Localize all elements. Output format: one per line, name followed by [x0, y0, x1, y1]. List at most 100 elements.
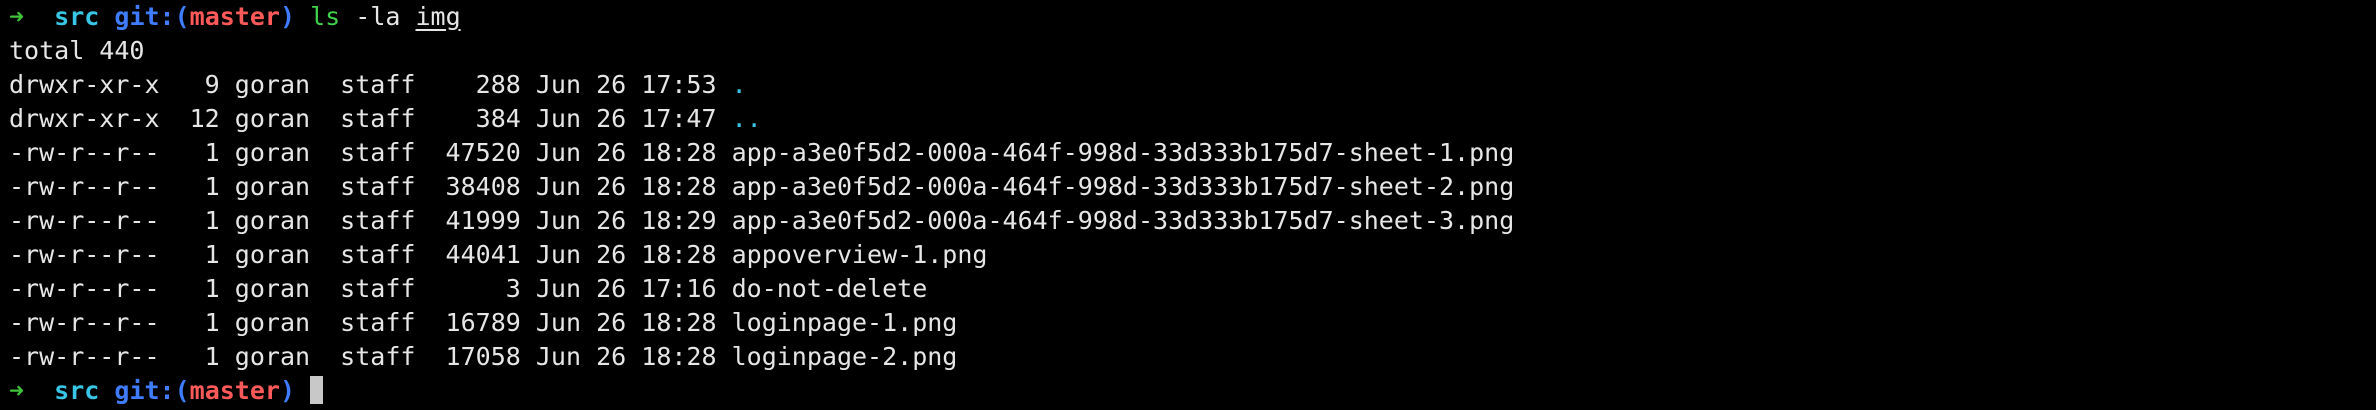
total-line: total 440 — [9, 36, 145, 65]
entry-owner: goran — [234, 240, 311, 269]
prompt-git-branch: master — [189, 2, 280, 31]
prompt-git-close: ) — [279, 2, 296, 31]
entry-day: 26 — [596, 342, 627, 371]
entry-size: 17058 — [430, 342, 521, 371]
entry-links: 1 — [174, 342, 220, 371]
entry-permissions: -rw-r--r-- — [9, 240, 160, 269]
entry-group: staff — [340, 342, 416, 371]
listing-row: -rw-r--r-- 1 goran staff 17058 Jun 26 18… — [9, 340, 2376, 374]
entry-month: Jun — [535, 138, 582, 167]
entry-group: staff — [340, 138, 416, 167]
entry-name: loginpage-2.png — [731, 342, 958, 371]
listing-row: -rw-r--r-- 1 goran staff 3 Jun 26 17:16 … — [9, 272, 2376, 306]
prompt-git-close: ) — [279, 376, 296, 405]
entry-size: 41999 — [430, 206, 521, 235]
entry-owner: goran — [234, 70, 311, 99]
entry-links: 1 — [174, 138, 220, 167]
entry-month: Jun — [535, 70, 582, 99]
entry-links: 1 — [174, 172, 220, 201]
entry-time: 17:16 — [641, 274, 717, 303]
prompt-directory: src — [54, 2, 100, 31]
entry-day: 26 — [596, 206, 627, 235]
entry-day: 26 — [596, 138, 627, 167]
entry-group: staff — [340, 172, 416, 201]
entry-owner: goran — [234, 104, 311, 133]
prompt-arrow-icon: ➜ — [9, 376, 25, 405]
entry-month: Jun — [535, 104, 582, 133]
entry-time: 18:28 — [641, 172, 717, 201]
entry-month: Jun — [535, 240, 582, 269]
entry-size: 38408 — [430, 172, 521, 201]
prompt-git-label: git:( — [114, 2, 190, 31]
entry-day: 26 — [596, 274, 627, 303]
entry-size: 384 — [430, 104, 521, 133]
entry-month: Jun — [535, 308, 582, 337]
entry-time: 18:28 — [641, 308, 717, 337]
entry-group: staff — [340, 206, 416, 235]
entry-name: app-a3e0f5d2-000a-464f-998d-33d333b175d7… — [731, 172, 1515, 201]
entry-size: 3 — [430, 274, 521, 303]
listing-row: drwxr-xr-x 9 goran staff 288 Jun 26 17:5… — [9, 68, 2376, 102]
command-name: ls — [310, 2, 341, 31]
listing-row: -rw-r--r-- 1 goran staff 44041 Jun 26 18… — [9, 238, 2376, 272]
entry-name: app-a3e0f5d2-000a-464f-998d-33d333b175d7… — [731, 206, 1515, 235]
entry-permissions: -rw-r--r-- — [9, 138, 160, 167]
entry-size: 47520 — [430, 138, 521, 167]
entry-name: appoverview-1.png — [731, 240, 988, 269]
entry-owner: goran — [234, 308, 311, 337]
entry-name: . — [731, 70, 747, 99]
entry-time: 18:29 — [641, 206, 717, 235]
entry-time: 17:53 — [641, 70, 717, 99]
entry-day: 26 — [596, 172, 627, 201]
entry-month: Jun — [535, 342, 582, 371]
prompt-directory: src — [54, 376, 100, 405]
entry-name: do-not-delete — [731, 274, 928, 303]
entry-links: 1 — [174, 206, 220, 235]
entry-permissions: drwxr-xr-x — [9, 70, 160, 99]
entry-size: 16789 — [430, 308, 521, 337]
entry-owner: goran — [234, 342, 311, 371]
entry-size: 288 — [430, 70, 521, 99]
entry-name: loginpage-1.png — [731, 308, 958, 337]
listing-row: -rw-r--r-- 1 goran staff 41999 Jun 26 18… — [9, 204, 2376, 238]
entry-permissions: -rw-r--r-- — [9, 206, 160, 235]
entry-links: 1 — [174, 308, 220, 337]
entry-owner: goran — [234, 206, 311, 235]
terminal-window[interactable]: ➜ src git:(master) ls -la img total 440 … — [0, 0, 2376, 410]
entry-owner: goran — [234, 274, 311, 303]
entry-month: Jun — [535, 206, 582, 235]
entry-permissions: -rw-r--r-- — [9, 308, 160, 337]
entry-group: staff — [340, 274, 416, 303]
entry-links: 1 — [174, 240, 220, 269]
entry-time: 18:28 — [641, 342, 717, 371]
entry-group: staff — [340, 308, 416, 337]
directory-listing: drwxr-xr-x 9 goran staff 288 Jun 26 17:5… — [9, 68, 2376, 374]
entry-day: 26 — [596, 308, 627, 337]
entry-day: 26 — [596, 70, 627, 99]
prompt-arrow-icon: ➜ — [9, 2, 25, 31]
active-prompt-line[interactable]: ➜ src git:(master) — [9, 374, 2376, 408]
text-cursor[interactable] — [310, 376, 324, 404]
command-target: img — [415, 2, 461, 31]
listing-row: drwxr-xr-x 12 goran staff 384 Jun 26 17:… — [9, 102, 2376, 136]
entry-links: 9 — [174, 70, 220, 99]
entry-links: 1 — [174, 274, 220, 303]
entry-day: 26 — [596, 104, 627, 133]
listing-row: -rw-r--r-- 1 goran staff 38408 Jun 26 18… — [9, 170, 2376, 204]
entry-owner: goran — [234, 172, 311, 201]
entry-permissions: -rw-r--r-- — [9, 172, 160, 201]
entry-name: .. — [731, 104, 762, 133]
entry-day: 26 — [596, 240, 627, 269]
prompt-git-branch: master — [189, 376, 280, 405]
entry-name: app-a3e0f5d2-000a-464f-998d-33d333b175d7… — [731, 138, 1515, 167]
entry-permissions: -rw-r--r-- — [9, 342, 160, 371]
entry-month: Jun — [535, 172, 582, 201]
listing-row: -rw-r--r-- 1 goran staff 16789 Jun 26 18… — [9, 306, 2376, 340]
entry-time: 17:47 — [641, 104, 717, 133]
listing-row: -rw-r--r-- 1 goran staff 47520 Jun 26 18… — [9, 136, 2376, 170]
command-flags: -la — [355, 2, 401, 31]
prompt-git-label: git:( — [114, 376, 190, 405]
entry-group: staff — [340, 240, 416, 269]
entry-time: 18:28 — [641, 240, 717, 269]
entry-group: staff — [340, 70, 416, 99]
